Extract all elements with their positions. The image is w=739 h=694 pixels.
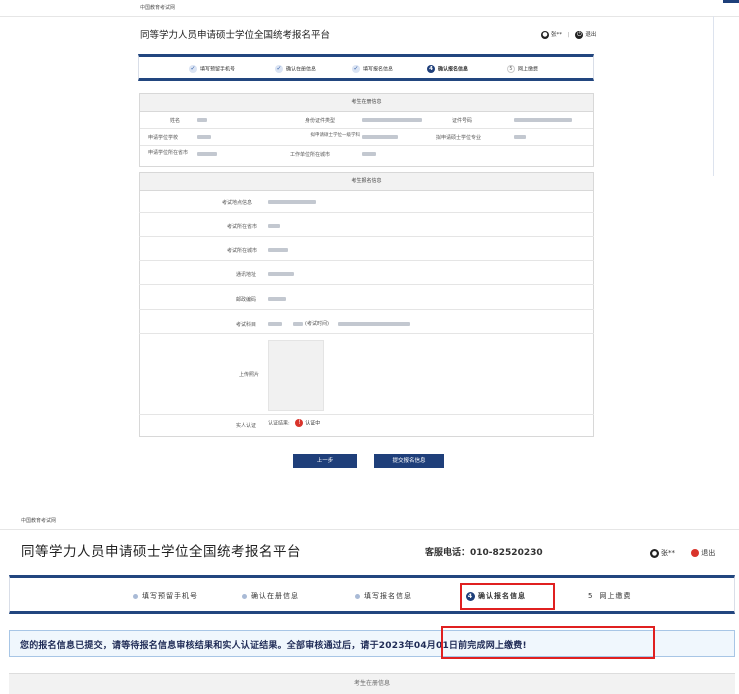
user-name[interactable]: 张** [551, 32, 562, 38]
step-progress: 填写预留手机号 确认在册信息 填写报名信息 4 确认报名信息 5 网上缴费 [9, 575, 735, 614]
step-5: 5 网上缴费 [507, 65, 538, 73]
highlight-deadline-box [441, 626, 655, 659]
section-header: 考生在册信息 [9, 673, 735, 694]
user-area: ● 张** 退出 [650, 548, 715, 558]
logout-link[interactable]: 退出 [585, 32, 596, 38]
power-icon: ⏻ [575, 30, 584, 39]
submit-button[interactable]: 提交报名信息 [374, 454, 444, 468]
check-icon: ✓ [189, 65, 197, 73]
right-divider [713, 16, 714, 176]
brand-label: 中国教育考试网 [21, 518, 57, 524]
section-header: 考生报名信息 [140, 173, 593, 191]
step-progress: ✓ 填写预留手机号 ✓ 确认在册信息 ✓ 填写报名信息 4 确认报名信息 5 网上缴费 [138, 54, 594, 81]
user-name[interactable]: 张** [661, 549, 675, 557]
registered-info-table: 考生在册信息 姓名 身份证件类型 证件号码 申请学位学校 拟申请硕士学位一级学科… [139, 93, 594, 167]
verify-status: 认证结果: ! 认证中 [268, 419, 321, 427]
highlight-step-box [460, 583, 555, 610]
done-dot-icon [355, 593, 360, 599]
user-area: ● 张** | ⏻ 退出 [541, 30, 597, 39]
step-4-active: 4 确认报名信息 [427, 65, 468, 73]
hotline-text: 客服电话：010-82520230 [425, 548, 543, 558]
section-header: 考生在册信息 [140, 94, 593, 112]
step-3: 填写报名信息 [355, 591, 412, 601]
step-3: ✓ 填写报名信息 [352, 65, 394, 73]
power-icon [691, 549, 700, 557]
table-row: 姓名 身份证件类型 证件号码 [140, 112, 593, 129]
page-title: 同等学力人员申请硕士学位全国统考报名平台 [21, 544, 301, 560]
top-screenshot: 中国教育考试网 同等学力人员申请硕士学位全国统考报名平台 ● 张** | ⏻ 退出 … [0, 0, 739, 480]
step-5: 5 网上缴费 [588, 592, 632, 600]
step-2: ✓ 确认在册信息 [275, 65, 317, 73]
table-row: 申请学位所在省市 工作单位所在城市 [140, 146, 593, 162]
header-accent [723, 0, 739, 3]
user-icon: ● [541, 30, 549, 39]
uploaded-photo[interactable] [268, 340, 324, 411]
prev-button[interactable]: 上一步 [293, 454, 357, 468]
brand-label: 中国教育考试网 [140, 5, 176, 11]
alert-icon: ! [295, 419, 304, 427]
step-1: ✓ 填写预留手机号 [189, 65, 236, 73]
done-dot-icon [242, 593, 247, 599]
page-title: 同等学力人员申请硕士学位全国统考报名平台 [140, 30, 331, 41]
top-header-bar: 中国教育考试网 [0, 0, 739, 17]
check-icon: ✓ [275, 65, 283, 73]
step-1: 填写预留手机号 [133, 591, 198, 601]
step-2: 确认在册信息 [242, 591, 299, 601]
check-icon: ✓ [352, 65, 360, 73]
table-row: 申请学位学校 拟申请硕士学位一级学科 拟申请硕士学位专业 [140, 129, 593, 146]
user-icon: ● [650, 548, 659, 558]
logout-link[interactable]: 退出 [701, 549, 715, 557]
done-dot-icon [133, 593, 138, 599]
